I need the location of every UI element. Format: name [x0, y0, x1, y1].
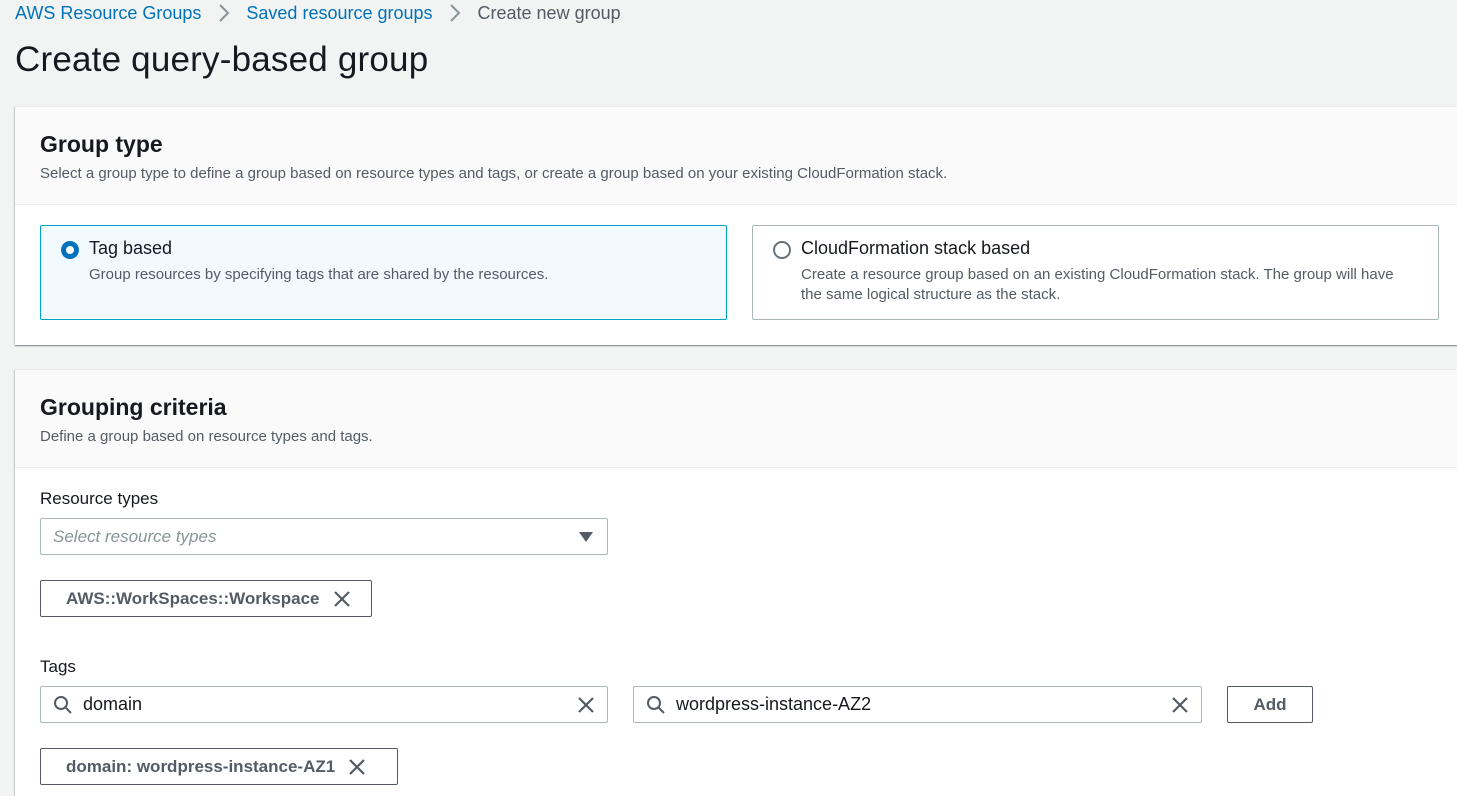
cloudformation-title: CloudFormation stack based	[801, 238, 1031, 258]
resource-type-token: AWS::WorkSpaces::Workspace	[40, 580, 372, 617]
grouping-criteria-description: Define a group based on resource types a…	[40, 428, 373, 445]
resource-types-placeholder: Select resource types	[53, 526, 217, 546]
tag-token: domain: wordpress-instance-AZ1	[40, 748, 398, 785]
tag-value-input[interactable]	[676, 694, 1169, 715]
clear-value-close-icon[interactable]	[1169, 694, 1191, 716]
breadcrumb: AWS Resource Groups Saved resource group…	[15, 1, 621, 25]
caret-down-icon	[579, 531, 593, 542]
group-type-description: Select a group type to define a group ba…	[40, 165, 948, 182]
remove-tag-close-icon[interactable]	[347, 757, 367, 777]
resource-type-token-label: AWS::WorkSpaces::Workspace	[66, 588, 320, 608]
tag-key-input-wrapper	[40, 686, 608, 723]
group-type-header: Group type Select a group type to define…	[15, 107, 1457, 205]
add-tag-button[interactable]: Add	[1227, 686, 1313, 723]
page-title: Create query-based group	[15, 40, 429, 79]
search-icon	[54, 695, 72, 714]
chevron-right-icon	[201, 4, 246, 22]
tag-based-description: Group resources by specifying tags that …	[89, 266, 549, 283]
breadcrumb-current: Create new group	[477, 2, 621, 23]
group-type-title: Group type	[40, 131, 163, 157]
tag-based-tile[interactable]: Tag based Group resources by specifying …	[40, 225, 727, 320]
cloudformation-description: Create a resource group based on an exis…	[801, 266, 1394, 303]
create-group-page: AWS Resource Groups Saved resource group…	[0, 0, 1457, 796]
tag-token-label: domain: wordpress-instance-AZ1	[66, 756, 336, 776]
breadcrumb-resource-groups-link[interactable]: AWS Resource Groups	[15, 3, 201, 24]
tags-label: Tags	[40, 657, 76, 676]
breadcrumb-saved-groups-link[interactable]: Saved resource groups	[246, 3, 432, 24]
cloudformation-radio[interactable]	[773, 241, 791, 259]
grouping-criteria-title: Grouping criteria	[40, 394, 227, 420]
chevron-right-icon	[433, 4, 478, 22]
grouping-criteria-header: Grouping criteria Define a group based o…	[15, 370, 1457, 468]
remove-token-close-icon[interactable]	[332, 589, 352, 609]
grouping-criteria-panel: Grouping criteria Define a group based o…	[15, 369, 1457, 796]
tag-value-input-wrapper	[633, 686, 1202, 723]
cloudformation-tile[interactable]: CloudFormation stack based Create a reso…	[752, 225, 1439, 320]
clear-key-close-icon[interactable]	[575, 694, 597, 716]
resource-types-select[interactable]: Select resource types	[40, 518, 608, 555]
search-icon	[647, 695, 665, 714]
tag-key-input[interactable]	[83, 694, 575, 715]
tag-based-title: Tag based	[89, 238, 173, 258]
tag-based-radio[interactable]	[61, 241, 79, 259]
resource-types-label: Resource types	[40, 489, 159, 508]
group-type-panel: Group type Select a group type to define…	[15, 106, 1457, 345]
